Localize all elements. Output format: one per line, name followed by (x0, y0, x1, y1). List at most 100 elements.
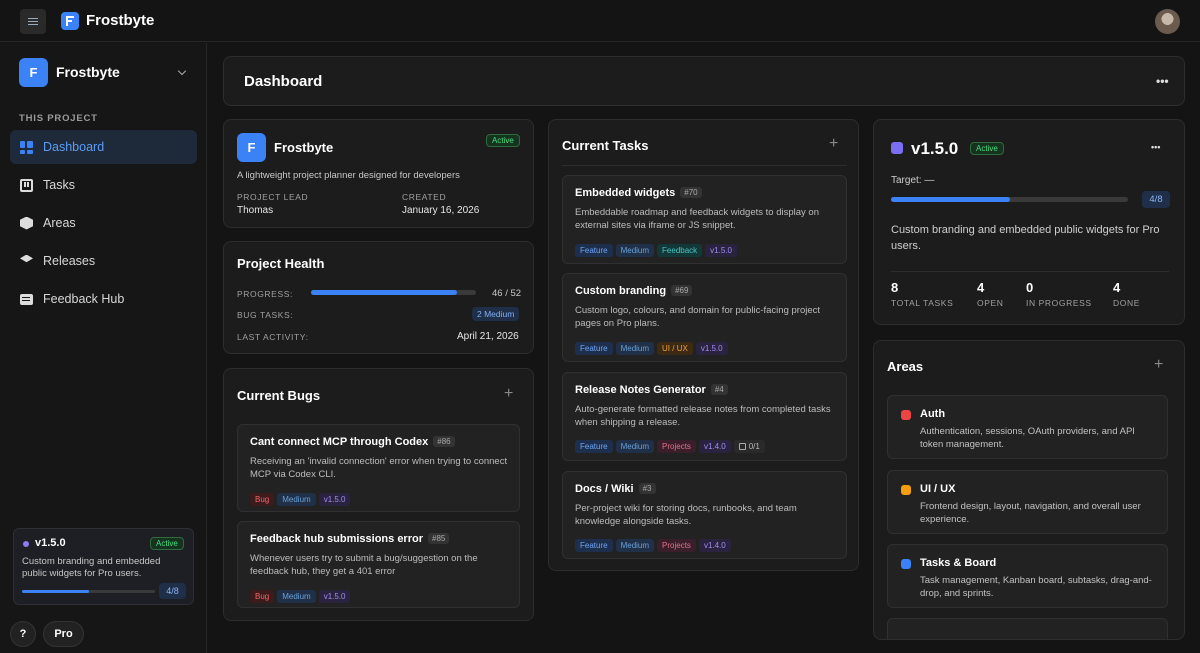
bug-title: Feedback hub submissions error #85 (250, 533, 450, 545)
sidebar-release-card[interactable]: v1.5.0 Active Custom branding and embedd… (13, 528, 194, 605)
task-item[interactable]: Docs / Wiki #3 Per-project wiki for stori… (562, 471, 847, 559)
more-options-icon[interactable]: ••• (1151, 142, 1160, 152)
tag-type: Feature (575, 244, 613, 257)
task-item[interactable]: Custom branding #69 Custom logo, colours,… (562, 273, 847, 362)
sidebar-item-label: Releases (43, 254, 96, 268)
bug-item[interactable]: Cant connect MCP through Codex #86 Receiv… (237, 424, 520, 512)
progress-bar (311, 290, 476, 295)
task-title: Docs / Wiki #3 (575, 483, 656, 495)
tag-version: v1.5.0 (318, 493, 351, 506)
area-name: UI / UX (920, 483, 956, 495)
project-avatar: F (237, 133, 266, 162)
release-progress-fill (891, 197, 1010, 202)
project-switcher[interactable]: F Frostbyte (19, 57, 191, 87)
stat-done: 4 DONE (1113, 280, 1140, 308)
task-number: #3 (638, 483, 656, 494)
current-bugs-card: Current Bugs + Cant connect MCP through … (223, 368, 534, 621)
sidebar-item-label: Areas (43, 216, 76, 230)
page-header: Dashboard ••• (223, 56, 1185, 106)
app-name: Frostbyte (86, 12, 155, 29)
sidebar-item-dashboard[interactable]: Dashboard (10, 130, 197, 164)
stat-total: 8 TOTAL TASKS (891, 280, 954, 308)
release-color-dot (23, 541, 29, 547)
tag-priority: Medium (615, 440, 655, 453)
sidebar-item-label: Tasks (43, 178, 75, 192)
user-avatar[interactable] (1155, 9, 1180, 34)
release-count-badge: 4/8 (1142, 191, 1170, 208)
task-item[interactable]: Embedded widgets #70 Embeddable roadmap a… (562, 175, 847, 264)
area-color-dot (901, 559, 911, 569)
sidebar-item-tasks[interactable]: Tasks (10, 168, 197, 202)
help-button[interactable]: ? (10, 621, 36, 647)
sidebar-item-label: Dashboard (43, 140, 105, 154)
tag-version: v1.5.0 (705, 244, 737, 257)
tag-version: v1.4.0 (698, 440, 731, 453)
area-name: Auth (920, 408, 946, 420)
release-color-dot (891, 142, 903, 154)
area-color-dot (901, 410, 911, 420)
task-description: Auto-generate formatted release notes fr… (575, 404, 831, 428)
bug-item[interactable]: Feedback hub submissions error #85 Whenev… (237, 521, 520, 608)
card-title: Current Tasks (562, 138, 649, 153)
project-health-card: Project Health PROGRESS: 46 / 52 BUG TAS… (223, 241, 534, 354)
status-badge: Active (486, 134, 520, 147)
created-date: January 16, 2026 (402, 205, 480, 216)
stat-in-progress: 0 IN PROGRESS (1026, 280, 1092, 308)
task-item[interactable]: Release Notes Generator #4 Auto-generate … (562, 372, 847, 461)
tag-version: v1.5.0 (695, 342, 728, 355)
sidebar-item-feedback-hub[interactable]: Feedback Hub (10, 282, 197, 316)
add-area-button[interactable]: + (1154, 356, 1163, 374)
pro-button[interactable]: Pro (43, 621, 84, 647)
tag-list: Bug Medium v1.5.0 (250, 489, 353, 507)
add-bug-button[interactable]: + (504, 385, 513, 403)
chevron-down-icon (177, 66, 187, 75)
bug-tasks-label: BUG TASKS: (237, 310, 294, 320)
bug-number: #85 (428, 533, 450, 544)
tag-priority: Medium (277, 493, 316, 506)
sidebar-item-areas[interactable]: Areas (10, 206, 197, 240)
bug-description: Whenever users try to submit a bug/sugge… (250, 553, 478, 577)
divider (562, 165, 847, 166)
task-number: #4 (710, 384, 728, 395)
subtask-count: 0/1 (733, 440, 765, 453)
release-version: v1.5.0 (911, 139, 959, 158)
task-number: #70 (680, 187, 702, 198)
tasks-icon (20, 178, 33, 192)
tag-list: Bug Medium v1.5.0 (250, 586, 353, 604)
layers-icon (20, 254, 33, 263)
tag-type: Bug (250, 493, 275, 506)
release-description: Custom branding and embedded public widg… (891, 224, 1160, 252)
app-logo-icon (61, 12, 79, 30)
tag-list: Feature Medium Projects v1.4.0 0/1 (575, 436, 768, 454)
release-version: v1.5.0 (35, 537, 66, 549)
menu-toggle-button[interactable] (20, 9, 46, 34)
bug-number: #86 (433, 436, 455, 447)
top-bar: Frostbyte (0, 0, 1200, 42)
tag-type: Feature (575, 539, 613, 552)
card-title: Current Bugs (237, 388, 321, 403)
card-title: Areas (887, 359, 924, 374)
project-name: Frostbyte (274, 140, 334, 155)
task-title: Release Notes Generator #4 (575, 384, 728, 396)
area-description: Task management, Kanban board, subtasks,… (920, 575, 1152, 599)
area-item-tasks-board[interactable]: Tasks & Board Task management, Kanban bo… (887, 544, 1168, 608)
divider (891, 271, 1169, 272)
project-lead-label: PROJECT LEAD (237, 192, 309, 202)
sidebar-item-releases[interactable]: Releases (10, 244, 197, 278)
stat-open: 4 OPEN (977, 280, 1004, 308)
last-activity-value: April 21, 2026 (457, 331, 519, 342)
more-options-icon[interactable]: ••• (1156, 74, 1169, 88)
progress-fill (311, 290, 458, 295)
sidebar-item-label: Feedback Hub (43, 292, 125, 306)
area-item-ui-ux[interactable]: UI / UX Frontend design, layout, navigat… (887, 470, 1168, 534)
release-target: Target: — (891, 175, 935, 186)
release-progress-bar (891, 197, 1128, 202)
task-description: Custom logo, colours, and domain for pub… (575, 305, 821, 329)
cube-icon (20, 216, 33, 230)
project-switcher-name: Frostbyte (56, 64, 120, 80)
bug-description: Receiving an 'invalid connection' error … (250, 456, 508, 480)
area-item-auth[interactable]: Auth Authentication, sessions, OAuth pro… (887, 395, 1168, 459)
created-label: CREATED (402, 192, 447, 202)
add-task-button[interactable]: + (829, 135, 838, 153)
area-item[interactable] (887, 618, 1168, 639)
